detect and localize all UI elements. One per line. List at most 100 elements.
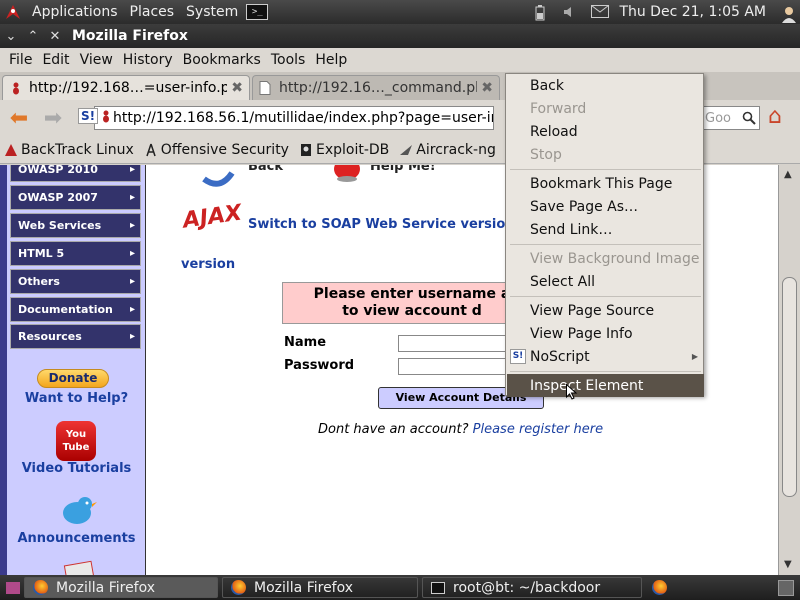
menu-file[interactable]: File — [4, 52, 37, 68]
menu-edit[interactable]: Edit — [37, 52, 74, 68]
ctx-view-background-image[interactable]: View Background Image — [507, 247, 704, 270]
bookmark-label: BackTrack Linux — [21, 141, 134, 158]
ctx-stop[interactable]: Stop — [507, 143, 704, 166]
firefox-icon — [33, 580, 48, 595]
scroll-down-icon[interactable]: ▼ — [784, 559, 792, 570]
bookmark-backtrack[interactable]: BackTrack Linux — [4, 142, 134, 158]
bookmark-exploit-db[interactable]: Exploit-DB — [299, 142, 389, 158]
scroll-up-icon[interactable]: ▲ — [784, 169, 792, 180]
video-tutorials-link[interactable]: Video Tutorials — [7, 461, 146, 476]
backtrack-dragon-icon[interactable] — [0, 0, 26, 24]
battery-icon[interactable] — [535, 5, 549, 21]
page-scrollbar[interactable]: ▲ ▼ — [778, 165, 800, 575]
name-label: Name — [284, 335, 327, 350]
trash-icon[interactable] — [778, 579, 794, 596]
soap-switch-link[interactable]: Switch to SOAP Web Service version — [248, 217, 515, 232]
sidebar-item-others[interactable]: Others — [10, 269, 141, 294]
menu-view[interactable]: View — [75, 52, 118, 68]
terminal-launcher-icon[interactable]: >_ — [246, 4, 269, 20]
ctx-save-page-as[interactable]: Save Page As… — [507, 195, 704, 218]
ctx-forward[interactable]: Forward — [507, 97, 704, 120]
clock[interactable]: Thu Dec 21, 1:05 AM — [619, 4, 766, 20]
scroll-thumb[interactable] — [782, 277, 797, 497]
menubar: File Edit View History Bookmarks Tools H… — [0, 48, 800, 72]
ctx-separator — [510, 296, 701, 297]
taskbar-item-firefox-2[interactable]: Mozilla Firefox — [222, 577, 418, 598]
search-icon[interactable] — [742, 111, 756, 125]
back-arrow-graphic-icon[interactable] — [198, 165, 238, 193]
sidebar-item-documentation[interactable]: Documentation — [10, 297, 141, 322]
sidebar-item-resources[interactable]: Resources — [10, 324, 141, 349]
ctx-noscript[interactable]: S! NoScript ▶ — [507, 345, 704, 368]
announcements-link[interactable]: Announcements — [7, 531, 146, 546]
register-prefix: Dont have an account? — [318, 422, 469, 437]
page-icon — [259, 81, 273, 95]
close-tab-icon[interactable]: ✖ — [481, 80, 493, 96]
ctx-select-all[interactable]: Select All — [507, 270, 704, 293]
volume-icon[interactable] — [563, 5, 577, 19]
taskbar-label: root@bt: ~/backdoor — [453, 579, 601, 596]
mail-icon[interactable] — [591, 5, 610, 19]
sidebar-item-owasp-2010[interactable]: OWASP 2010 — [10, 165, 141, 182]
taskbar-item-firefox-1[interactable]: Mozilla Firefox — [24, 577, 218, 598]
minimize-button[interactable]: ⌄ — [0, 29, 22, 44]
search-input[interactable]: Goo — [700, 106, 760, 130]
firefox-launcher-icon[interactable] — [652, 580, 667, 595]
ctx-bookmark-page[interactable]: Bookmark This Page — [507, 172, 704, 195]
ctx-back[interactable]: Back — [507, 74, 704, 97]
exploitdb-icon — [299, 143, 313, 157]
ajax-logo-icon[interactable]: AJAX — [181, 201, 243, 251]
menu-bookmarks[interactable]: Bookmarks — [178, 52, 266, 68]
sidebar-item-owasp-2007[interactable]: OWASP 2007 — [10, 185, 141, 210]
partial-icon — [63, 560, 95, 575]
tab-command[interactable]: http://192.16…_command.php ✖ — [252, 75, 500, 100]
taskbar-item-terminal[interactable]: root@bt: ~/backdoor — [422, 577, 642, 598]
ctx-view-page-source[interactable]: View Page Source — [507, 299, 704, 322]
menu-applications[interactable]: Applications — [26, 4, 124, 20]
version-link[interactable]: version — [181, 257, 235, 272]
firefox-icon — [231, 580, 246, 595]
ctx-inspect-element[interactable]: Inspect Element — [507, 374, 704, 397]
show-desktop-icon[interactable] — [6, 581, 20, 594]
want-to-help-link[interactable]: Want to Help? — [7, 391, 146, 406]
sidebar-item-web-services[interactable]: Web Services — [10, 213, 141, 238]
noscript-icon[interactable]: S! — [78, 108, 99, 124]
sidebar-item-html5[interactable]: HTML 5 — [10, 241, 141, 266]
menu-places[interactable]: Places — [124, 4, 181, 20]
ctx-separator — [510, 371, 701, 372]
ctx-send-link[interactable]: Send Link… — [507, 218, 704, 241]
twitter-bird-icon[interactable] — [57, 493, 97, 533]
help-me-link[interactable]: Help Me! — [370, 165, 436, 174]
taskbar-label: Mozilla Firefox — [254, 579, 354, 596]
bookmark-offensive-security[interactable]: Offensive Security — [144, 142, 289, 158]
aircrack-icon — [399, 143, 413, 157]
menu-history[interactable]: History — [118, 52, 178, 68]
close-tab-icon[interactable]: ✖ — [231, 80, 243, 96]
forward-arrow-icon[interactable]: ➡ — [38, 105, 68, 131]
youtube-icon[interactable]: You Tube — [56, 421, 96, 461]
back-arrow-icon[interactable]: ⬅ — [4, 105, 34, 131]
bookmark-aircrack[interactable]: Aircrack-ng — [399, 142, 496, 158]
help-me-icon[interactable] — [332, 165, 362, 187]
back-link[interactable]: Back — [248, 165, 283, 174]
menu-help[interactable]: Help — [310, 52, 352, 68]
ctx-view-page-info[interactable]: View Page Info — [507, 322, 704, 345]
tab-user-info[interactable]: http://192.168…=user-info.php ✖ — [2, 75, 250, 100]
home-icon[interactable]: ⌂ — [768, 104, 782, 129]
terminal-icon — [431, 581, 445, 594]
url-text: http://192.168.56.1/mutillidae/index.php… — [113, 110, 493, 126]
donate-button[interactable]: Donate — [37, 369, 109, 388]
register-link[interactable]: Please register here — [473, 422, 603, 437]
noscript-menu-icon: S! — [510, 349, 526, 364]
close-window-button[interactable]: ✕ — [44, 29, 66, 44]
menu-system[interactable]: System — [180, 4, 244, 20]
ctx-separator — [510, 169, 701, 170]
login-prompt: Please enter username a to view account … — [282, 282, 542, 324]
ctx-reload[interactable]: Reload — [507, 120, 704, 143]
user-icon[interactable] — [780, 5, 796, 23]
menu-tools[interactable]: Tools — [266, 52, 311, 68]
maximize-button[interactable]: ⌃ — [22, 29, 44, 44]
bookmark-label: Aircrack-ng — [416, 141, 496, 158]
mouse-pointer-icon — [566, 384, 578, 400]
url-bar[interactable]: http://192.168.56.1/mutillidae/index.php… — [94, 106, 494, 130]
